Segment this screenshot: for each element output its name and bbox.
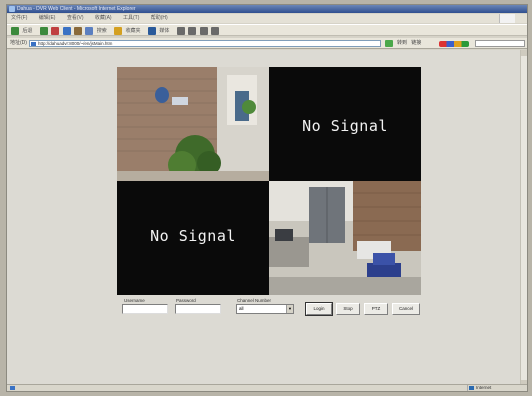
history-icon[interactable] <box>176 27 185 35</box>
ptz-button[interactable]: PTZ <box>364 303 388 315</box>
chevron-down-icon[interactable]: ▼ <box>286 305 293 313</box>
menu-bar: 文件(F) 编辑(E) 查看(V) 收藏(A) 工具(T) 帮助(H) <box>7 14 527 23</box>
globe-icon <box>469 386 474 390</box>
stop-button[interactable]: Stop <box>336 303 360 315</box>
zone-label: Internet <box>476 385 492 390</box>
standard-toolbar: 后退 搜索 收藏夹 媒体 <box>7 24 527 36</box>
video-channel-2[interactable]: No Signal <box>269 67 421 181</box>
address-label: 地址(D) <box>10 40 27 46</box>
no-signal-text: No Signal <box>150 227 236 245</box>
cancel-button[interactable]: Cancel <box>392 303 420 315</box>
camera-feed-lobby <box>117 67 269 181</box>
page-done-icon <box>10 386 15 390</box>
address-input[interactable]: http://dahuadvr:8000/~/en/jsMain.htm <box>29 40 381 47</box>
video-grid: No Signal No Signal <box>117 67 421 295</box>
camera-feed-office <box>269 181 421 295</box>
security-zone: Internet <box>467 385 507 391</box>
search-button-label[interactable]: 搜索 <box>97 25 107 37</box>
no-signal-text: No Signal <box>302 117 388 135</box>
username-label: Username <box>124 298 145 303</box>
menu-file[interactable]: 文件(F) <box>11 15 27 21</box>
home-icon[interactable] <box>73 27 82 35</box>
password-label: Password <box>176 298 196 303</box>
scroll-up-icon[interactable] <box>521 50 527 56</box>
login-controls: Username Password Channel Number all ▼ L… <box>122 298 422 322</box>
menu-edit[interactable]: 编辑(E) <box>39 15 56 21</box>
browser-window: Dahua - DVR Web Client - Microsoft Inter… <box>6 4 528 392</box>
channel-number-label: Channel Number <box>237 298 272 303</box>
media-icon[interactable] <box>147 27 156 35</box>
ie-app-icon <box>9 6 15 12</box>
address-url: http://dahuadvr:8000/~/en/jsMain.htm <box>38 41 113 46</box>
vertical-scrollbar[interactable] <box>520 50 527 386</box>
menu-favorites[interactable]: 收藏(A) <box>95 15 112 21</box>
channel-number-value: all <box>239 306 244 311</box>
username-input[interactable] <box>122 304 168 314</box>
page-content: No Signal No Signal Username Password Ch… <box>7 50 522 386</box>
forward-arrow-icon[interactable] <box>39 27 48 35</box>
password-input[interactable] <box>175 304 221 314</box>
print-icon[interactable] <box>199 27 208 35</box>
toolbar-brand-logo <box>439 41 469 47</box>
toolbar-search-input[interactable] <box>475 40 525 47</box>
page-icon <box>31 42 36 46</box>
status-bar: Internet <box>7 384 527 391</box>
search-icon[interactable] <box>85 27 94 35</box>
go-button-label[interactable]: 转到 <box>397 40 407 46</box>
windows-logo-icon <box>499 14 515 23</box>
video-channel-4[interactable] <box>269 181 421 295</box>
address-bar: 地址(D) http://dahuadvr:8000/~/en/jsMain.h… <box>7 38 527 49</box>
menu-help[interactable]: 帮助(H) <box>151 15 168 21</box>
menu-view[interactable]: 查看(V) <box>67 15 84 21</box>
go-and-links[interactable]: 转到 链接 <box>397 38 421 49</box>
favorites-star-icon[interactable] <box>114 27 123 35</box>
mail-icon[interactable] <box>188 27 197 35</box>
channel-number-select[interactable]: all ▼ <box>236 304 294 314</box>
menu-tools[interactable]: 工具(T) <box>123 15 139 21</box>
video-channel-3[interactable]: No Signal <box>117 181 269 295</box>
video-channel-1[interactable] <box>117 67 269 181</box>
favorites-button-label[interactable]: 收藏夹 <box>126 25 141 37</box>
window-title: Dahua - DVR Web Client - Microsoft Inter… <box>17 6 136 12</box>
back-button-label[interactable]: 后退 <box>22 25 32 37</box>
links-label[interactable]: 链接 <box>411 40 421 46</box>
title-bar: Dahua - DVR Web Client - Microsoft Inter… <box>7 5 527 13</box>
go-arrow-icon[interactable] <box>385 40 393 47</box>
stop-icon[interactable] <box>51 27 60 35</box>
media-button-label[interactable]: 媒体 <box>159 25 169 37</box>
refresh-icon[interactable] <box>62 27 71 35</box>
login-button[interactable]: Login <box>305 302 333 316</box>
back-arrow-icon[interactable] <box>11 27 19 35</box>
edit-icon[interactable] <box>210 27 219 35</box>
